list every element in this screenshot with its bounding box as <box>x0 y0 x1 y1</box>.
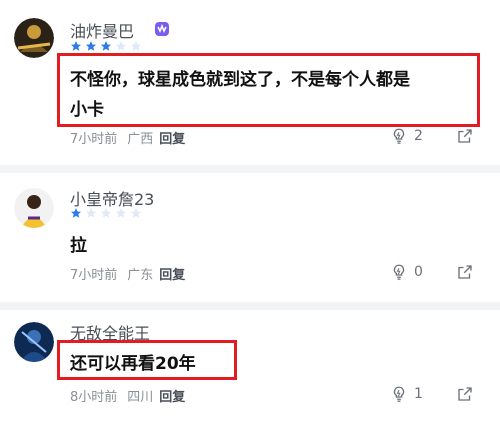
like-button[interactable]: 0 <box>390 263 423 281</box>
comment-text: 不怪你，球星成色就到这了，不是每个人都是 <box>70 70 410 90</box>
like-button[interactable]: 1 <box>390 385 423 403</box>
like-count: 1 <box>414 386 423 402</box>
like-count: 2 <box>414 128 423 144</box>
comment-time: 7小时前 <box>70 268 118 283</box>
comment-item: 油炸曼巴 不怪你，球星成色就到这了，不是每个人都是 小卡 7小时前 广西 回复 2 <box>0 0 500 170</box>
comment-item: 小皇帝詹23 拉 7小时前 广东 回复 0 <box>0 173 500 303</box>
avatar[interactable] <box>14 322 54 362</box>
username[interactable]: 油炸曼巴 <box>70 18 134 42</box>
section-divider <box>0 302 500 310</box>
like-count: 0 <box>414 264 423 280</box>
share-icon <box>458 387 472 401</box>
star-icon <box>131 208 141 218</box>
comment-time: 8小时前 <box>70 390 118 405</box>
comment-location: 广东 <box>127 268 154 283</box>
section-divider <box>0 165 500 173</box>
star-icon <box>71 41 81 51</box>
lightbulb-icon <box>393 386 405 402</box>
comment-text: 还可以再看20年 <box>70 354 196 374</box>
comment-meta: 8小时前 四川 回复 <box>70 386 185 405</box>
star-icon <box>116 41 126 51</box>
share-button[interactable] <box>456 385 474 403</box>
reply-button[interactable]: 回复 <box>159 268 185 283</box>
comment-meta: 7小时前 广西 回复 <box>70 128 185 147</box>
comment-location: 广西 <box>127 132 154 147</box>
like-button[interactable]: 2 <box>390 127 423 145</box>
comment-location: 四川 <box>127 390 154 405</box>
comment-time: 7小时前 <box>70 132 118 147</box>
star-icon <box>86 41 96 51</box>
share-button[interactable] <box>456 263 474 281</box>
reply-button[interactable]: 回复 <box>159 132 185 147</box>
lightbulb-icon <box>393 128 405 144</box>
star-icon <box>71 208 81 218</box>
reply-button[interactable]: 回复 <box>159 390 185 405</box>
comment-meta: 7小时前 广东 回复 <box>70 264 185 283</box>
rating-stars <box>70 40 142 54</box>
star-icon <box>101 208 111 218</box>
share-button[interactable] <box>456 127 474 145</box>
avatar[interactable] <box>14 188 54 228</box>
star-icon <box>131 41 141 51</box>
star-icon <box>86 208 96 218</box>
star-icon <box>116 208 126 218</box>
rating-stars <box>70 207 142 221</box>
lightbulb-icon <box>393 264 405 280</box>
comment-text: 拉 <box>70 236 87 256</box>
vip-badge-icon <box>155 22 169 36</box>
share-icon <box>458 265 472 279</box>
share-icon <box>458 129 472 143</box>
comment-item: 无敌全能王 还可以再看20年 8小时前 四川 回复 1 <box>0 310 500 440</box>
star-icon <box>101 41 111 51</box>
comment-text: 小卡 <box>70 100 104 120</box>
avatar[interactable] <box>14 18 54 58</box>
